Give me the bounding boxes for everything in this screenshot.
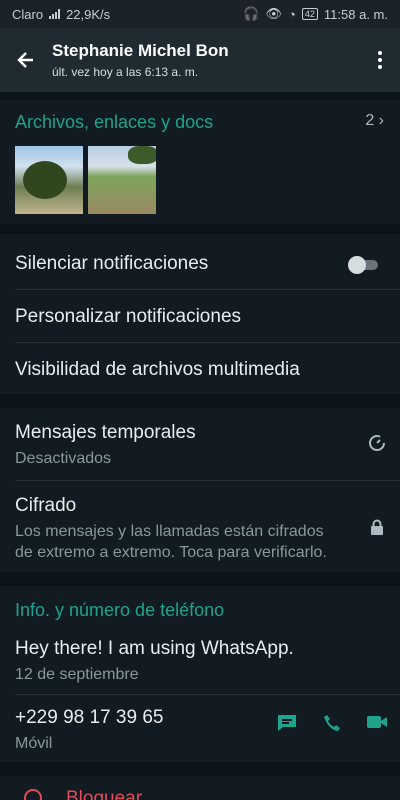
contact-name: Stephanie Michel Bon <box>52 41 229 60</box>
temporary-messages-value: Desactivados <box>15 450 112 467</box>
headphones-icon: 🎧 <box>243 6 260 21</box>
media-section: Archivos, enlaces y docs 2 › <box>0 100 400 224</box>
encryption-desc-line1: Los mensajes y las llamadas están cifrad… <box>15 523 324 540</box>
custom-notifications-row[interactable]: Personalizar notificaciones <box>0 290 400 343</box>
encryption-desc-line2: de extremo a extremo. Toca para verifica… <box>15 544 327 561</box>
block-label: Bloquear <box>66 788 143 800</box>
back-arrow-icon[interactable] <box>0 28 52 92</box>
media-visibility-row[interactable]: Visibilidad de archivos multimedia <box>0 343 400 396</box>
temporary-messages-row[interactable]: Mensajes temporales Desactivados <box>0 408 400 480</box>
block-icon <box>24 789 42 800</box>
more-options-icon[interactable] <box>360 28 400 92</box>
privacy-settings: Mensajes temporales Desactivados Cifrado… <box>0 408 400 572</box>
timer-icon <box>368 434 386 457</box>
media-visibility-label: Visibilidad de archivos multimedia <box>15 358 300 380</box>
clock: 11:58 a. m. <box>323 6 388 22</box>
carrier-label: Claro <box>12 6 44 22</box>
encryption-row[interactable]: Cifrado Los mensajes y las llamadas está… <box>0 481 400 572</box>
contact-header: Stephanie Michel Bon últ. vez hoy a las … <box>0 28 400 92</box>
about-row[interactable]: Hey there! I am using WhatsApp. 12 de se… <box>0 626 400 694</box>
notification-settings: Silenciar notificaciones Personalizar no… <box>0 234 400 394</box>
block-row[interactable]: Bloquear <box>0 776 400 800</box>
last-seen: últ. vez hoy a las 6:13 a. m. <box>52 65 199 79</box>
encryption-label: Cifrado <box>15 495 77 516</box>
video-call-icon[interactable] <box>366 713 388 736</box>
battery-icon: 42 <box>301 8 318 20</box>
media-thumbnail-field[interactable] <box>88 146 156 214</box>
about-date: 12 de septiembre <box>15 666 139 683</box>
status-bar: Claro 22,9K/s 🎧 👁 ◔ 42 11:58 a. m. <box>0 0 400 28</box>
media-thumbnail-tree[interactable] <box>15 146 83 214</box>
message-icon[interactable] <box>276 713 298 738</box>
mute-toggle[interactable] <box>348 256 380 274</box>
lock-icon <box>370 519 384 540</box>
network-speed: 22,9K/s <box>66 6 111 22</box>
media-count: 2 <box>365 112 375 129</box>
chevron-right-icon: › <box>378 112 384 129</box>
media-title[interactable]: Archivos, enlaces y docs <box>15 112 213 133</box>
wifi-icon: ◔ <box>288 6 296 22</box>
mute-notifications-label: Silenciar notificaciones <box>15 252 209 274</box>
temporary-messages-label: Mensajes temporales <box>15 422 196 443</box>
signal-icon <box>49 9 61 19</box>
contact-title[interactable]: Stephanie Michel Bon últ. vez hoy a las … <box>52 41 360 79</box>
about-text: Hey there! I am using WhatsApp. <box>15 638 294 659</box>
phone-number: +229 98 17 39 65 <box>15 707 164 728</box>
custom-notifications-label: Personalizar notificaciones <box>15 305 242 327</box>
phone-icon[interactable] <box>322 713 342 738</box>
info-title: Info. y número de teléfono <box>15 600 225 620</box>
mute-notifications-row[interactable]: Silenciar notificaciones <box>0 237 400 290</box>
eye-icon: 👁 <box>265 6 283 21</box>
info-section: Info. y número de teléfono Hey there! I … <box>0 586 400 762</box>
phone-type: Móvil <box>15 735 53 752</box>
media-count-link[interactable]: 2 › <box>365 112 384 130</box>
